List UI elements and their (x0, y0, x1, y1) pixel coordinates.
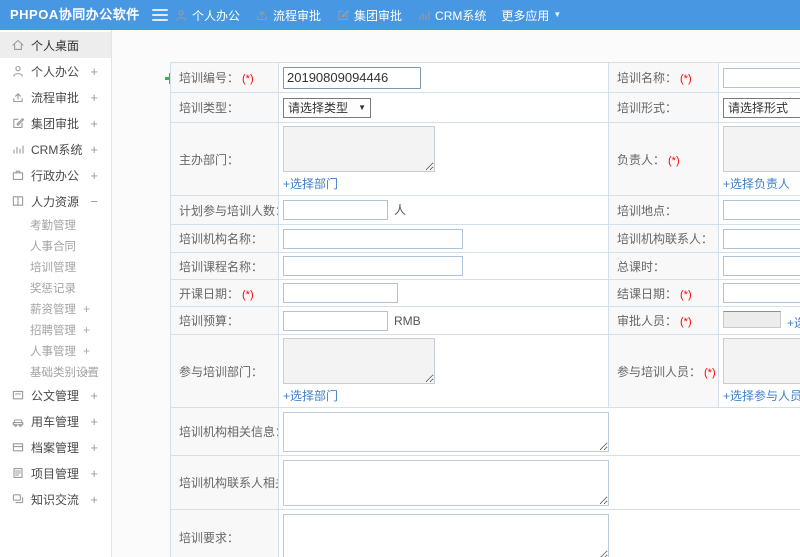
participating-members-textarea[interactable] (723, 338, 800, 384)
field-label: 培训预算： (170, 306, 279, 335)
approver-input[interactable] (723, 310, 781, 328)
org-contact-input[interactable] (723, 228, 800, 249)
field-label: 培训类型： (170, 92, 279, 123)
field-label: 培训名称： (*) (608, 62, 719, 93)
briefcase-icon (11, 168, 25, 182)
field-label: 结课日期： (*) (608, 279, 719, 307)
select-leader-link[interactable]: +选择负责人 (723, 175, 790, 192)
start-date-input[interactable] (283, 283, 398, 303)
field-label: 参与培训人员： (*) (608, 334, 719, 408)
field-label: 培训编号： (*) (170, 62, 279, 93)
car-icon (11, 414, 25, 428)
sidebar: 个人桌面 个人办公 + 流程审批 + 集团审批 + CRM系统 + 行政办公 + (0, 30, 112, 557)
edit-icon (336, 8, 350, 22)
main-content: 培训计划发布 培训编号：(*) 培训名称：(*) 培训类型： 请选择类型▼ 培训… (113, 30, 800, 557)
doc-icon (11, 388, 25, 402)
org-contact-info-textarea[interactable] (283, 459, 609, 506)
training-location-input[interactable] (723, 200, 800, 220)
field-label: 培训机构相关信息： (170, 407, 279, 456)
field-label: 主办部门： (170, 122, 279, 196)
training-type-select[interactable]: 请选择类型 ▼ (283, 97, 371, 118)
select-members-link[interactable]: +选择参与人员 (723, 387, 800, 404)
app-window: PHPOA协同办公软件 个人办公 流程审批 集团审批 CRM系统 更多应用 ▼ (0, 0, 800, 557)
nav-item-process-approval[interactable]: 流程审批 (249, 0, 327, 30)
org-info-textarea[interactable] (283, 411, 609, 452)
sidebar-subitem-personnel[interactable]: 人事管理 + (0, 340, 111, 361)
sidebar-item-process-approval[interactable]: 流程审批 + (0, 84, 111, 110)
sidebar-item-vehicle-management[interactable]: 用车管理 + (0, 408, 111, 434)
field-label: 负责人： (*) (608, 122, 719, 196)
sidebar-subitem-attendance[interactable]: 考勤管理 (0, 214, 111, 235)
sidebar-subitem-hr-contract[interactable]: 人事合同 (0, 235, 111, 256)
sidebar-item-admin-office[interactable]: 行政办公 + (0, 162, 111, 188)
top-navbar: PHPOA协同办公软件 个人办公 流程审批 集团审批 CRM系统 更多应用 ▼ (0, 0, 800, 30)
field-label: 培训机构联系人相关信息： (170, 455, 279, 510)
select-department-link[interactable]: +选择部门 (283, 387, 338, 404)
book-icon (11, 194, 25, 208)
training-name-input[interactable] (723, 67, 800, 88)
field-label: 培训机构联系人： (608, 224, 719, 253)
field-label: 培训机构名称： (170, 224, 279, 253)
field-label: 培训课程名称： (170, 252, 279, 280)
field-label: 总课时： (608, 252, 719, 280)
archive-icon (11, 440, 25, 454)
field-label: 培训形式： (608, 92, 719, 123)
sidebar-subitem-salary[interactable]: 薪资管理 + (0, 298, 111, 319)
field-label: 计划参与培训人数：(*) (170, 195, 279, 225)
participant-count-input[interactable] (283, 200, 388, 220)
chart-icon (11, 142, 25, 156)
budget-input[interactable] (283, 310, 388, 331)
caret-down-icon: ▼ (553, 10, 562, 19)
sidebar-item-crm-system[interactable]: CRM系统 + (0, 136, 111, 162)
field-label: 培训地点： (608, 195, 719, 225)
project-icon (11, 466, 25, 480)
participating-departments-textarea[interactable] (283, 338, 435, 384)
sidebar-item-personal-office[interactable]: 个人办公 + (0, 58, 111, 84)
sidebar-item-knowledge-exchange[interactable]: 知识交流 + (0, 486, 111, 512)
host-department-textarea[interactable] (283, 126, 435, 172)
training-requirements-textarea[interactable] (283, 514, 609, 557)
field-label: 培训要求： (170, 509, 279, 557)
select-approver-link[interactable]: +选择审批人员 (787, 314, 800, 331)
upload-icon (11, 90, 25, 104)
sidebar-subitem-base-category[interactable]: 基础类别设置 + (0, 361, 111, 382)
leader-textarea[interactable] (723, 126, 800, 172)
chart-icon (417, 8, 431, 22)
edit-icon (11, 116, 25, 130)
chat-icon (11, 492, 25, 506)
course-name-input[interactable] (283, 256, 463, 276)
sidebar-item-group-approval[interactable]: 集团审批 + (0, 110, 111, 136)
nav-item-crm-system[interactable]: CRM系统 (411, 0, 492, 30)
sidebar-item-archive-management[interactable]: 档案管理 + (0, 434, 111, 460)
sidebar-item-human-resources[interactable]: 人力资源 − (0, 188, 111, 214)
sidebar-subitem-recruitment[interactable]: 招聘管理 + (0, 319, 111, 340)
field-label: 参与培训部门： (170, 334, 279, 408)
total-hours-input[interactable] (723, 256, 800, 276)
training-form-select[interactable]: 请选择形式▼ (723, 97, 800, 118)
user-icon (11, 64, 25, 78)
sidebar-item-document-management[interactable]: 公文管理 + (0, 382, 111, 408)
app-logo: PHPOA协同办公软件 (10, 7, 140, 22)
select-department-link[interactable]: +选择部门 (283, 175, 338, 192)
field-label: 审批人员： (*) (608, 306, 719, 335)
user-icon (174, 8, 188, 22)
caret-down-icon: ▼ (358, 102, 366, 112)
upload-icon (255, 8, 269, 22)
field-label: 开课日期： (*) (170, 279, 279, 307)
hamburger-menu-icon[interactable] (152, 9, 168, 21)
home-icon (11, 38, 25, 52)
end-date-input[interactable] (723, 283, 800, 303)
sidebar-subitem-training[interactable]: 培训管理 (0, 256, 111, 277)
nav-item-personal-office[interactable]: 个人办公 (168, 0, 246, 30)
training-number-input[interactable] (283, 66, 421, 89)
sidebar-item-project-management[interactable]: 项目管理 + (0, 460, 111, 486)
sidebar-item-personal-desktop[interactable]: 个人桌面 (0, 32, 111, 58)
org-name-input[interactable] (283, 228, 463, 249)
nav-item-more-apps[interactable]: 更多应用 ▼ (495, 0, 567, 30)
nav-item-group-approval[interactable]: 集团审批 (330, 0, 408, 30)
sidebar-subitem-rewards[interactable]: 奖惩记录 (0, 277, 111, 298)
training-plan-form: 培训编号：(*) 培训名称：(*) 培训类型： 请选择类型▼ 培训形式： 请选择… (170, 62, 800, 557)
